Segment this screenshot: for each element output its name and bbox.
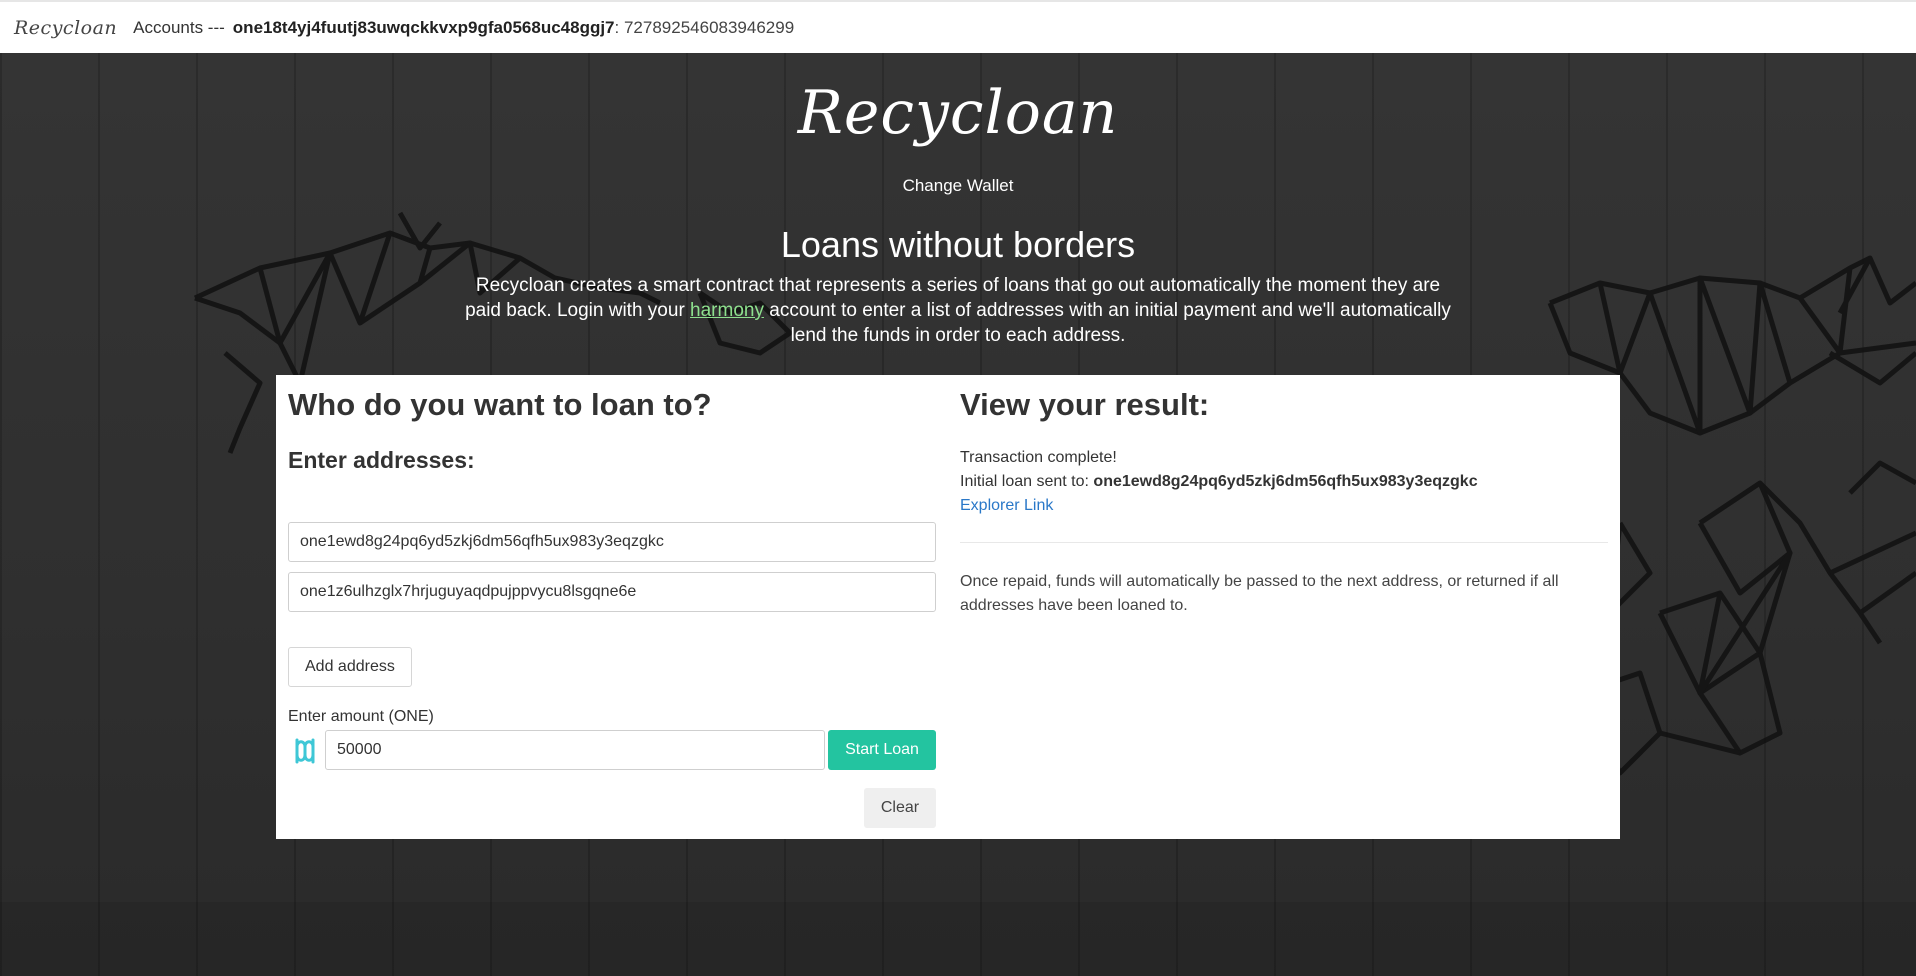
result-title: View your result:: [960, 387, 1210, 422]
addresses-heading: Enter addresses:: [288, 447, 475, 473]
clear-button[interactable]: Clear: [864, 788, 936, 828]
nav-logo[interactable]: Recycloan: [14, 17, 117, 39]
repayment-note: Once repaid, funds will automatically be…: [960, 573, 1559, 614]
top-navbar: Recycloan Accounts --- one18t4yj4fuutj83…: [0, 0, 1916, 53]
brand-logo: Recycloan: [797, 78, 1119, 148]
account-balance: : 727892546083946299: [614, 17, 795, 37]
result-status: Transaction complete!: [960, 449, 1117, 466]
address-input-1[interactable]: [288, 522, 936, 562]
result-sent-line: Initial loan sent to: one1ewd8g24pq6yd5z…: [960, 473, 1478, 491]
account-address: one18t4yj4fuutj83uwqckkvxp9gfa0568uc48gg…: [232, 17, 615, 37]
accounts-label: Accounts ---: [133, 17, 225, 37]
loan-card: Who do you want to loan to? Enter addres…: [276, 375, 1620, 839]
sent-label: Initial loan sent to:: [960, 473, 1094, 490]
start-loan-button[interactable]: Start Loan: [828, 730, 936, 770]
address-input-2[interactable]: [288, 572, 936, 612]
amount-label: Enter amount (ONE): [288, 708, 434, 725]
change-wallet-link[interactable]: Change Wallet: [0, 176, 1916, 196]
sent-address: one1ewd8g24pq6yd5zkj6dm56qfh5ux983y3eqzg…: [1093, 473, 1478, 490]
harmony-one-icon: [295, 738, 315, 764]
amount-input[interactable]: [325, 730, 825, 770]
add-address-button[interactable]: Add address: [288, 647, 412, 687]
form-title: Who do you want to loan to?: [288, 387, 712, 422]
page-headline: Loans without borders: [780, 224, 1136, 265]
intro-text-after: account to enter a list of addresses wit…: [763, 300, 1451, 346]
result-divider: [960, 542, 1608, 543]
harmony-link[interactable]: harmony: [690, 300, 764, 321]
intro-text: Recycloan creates a smart contract that …: [458, 273, 1458, 348]
explorer-link[interactable]: Explorer Link: [960, 497, 1053, 515]
